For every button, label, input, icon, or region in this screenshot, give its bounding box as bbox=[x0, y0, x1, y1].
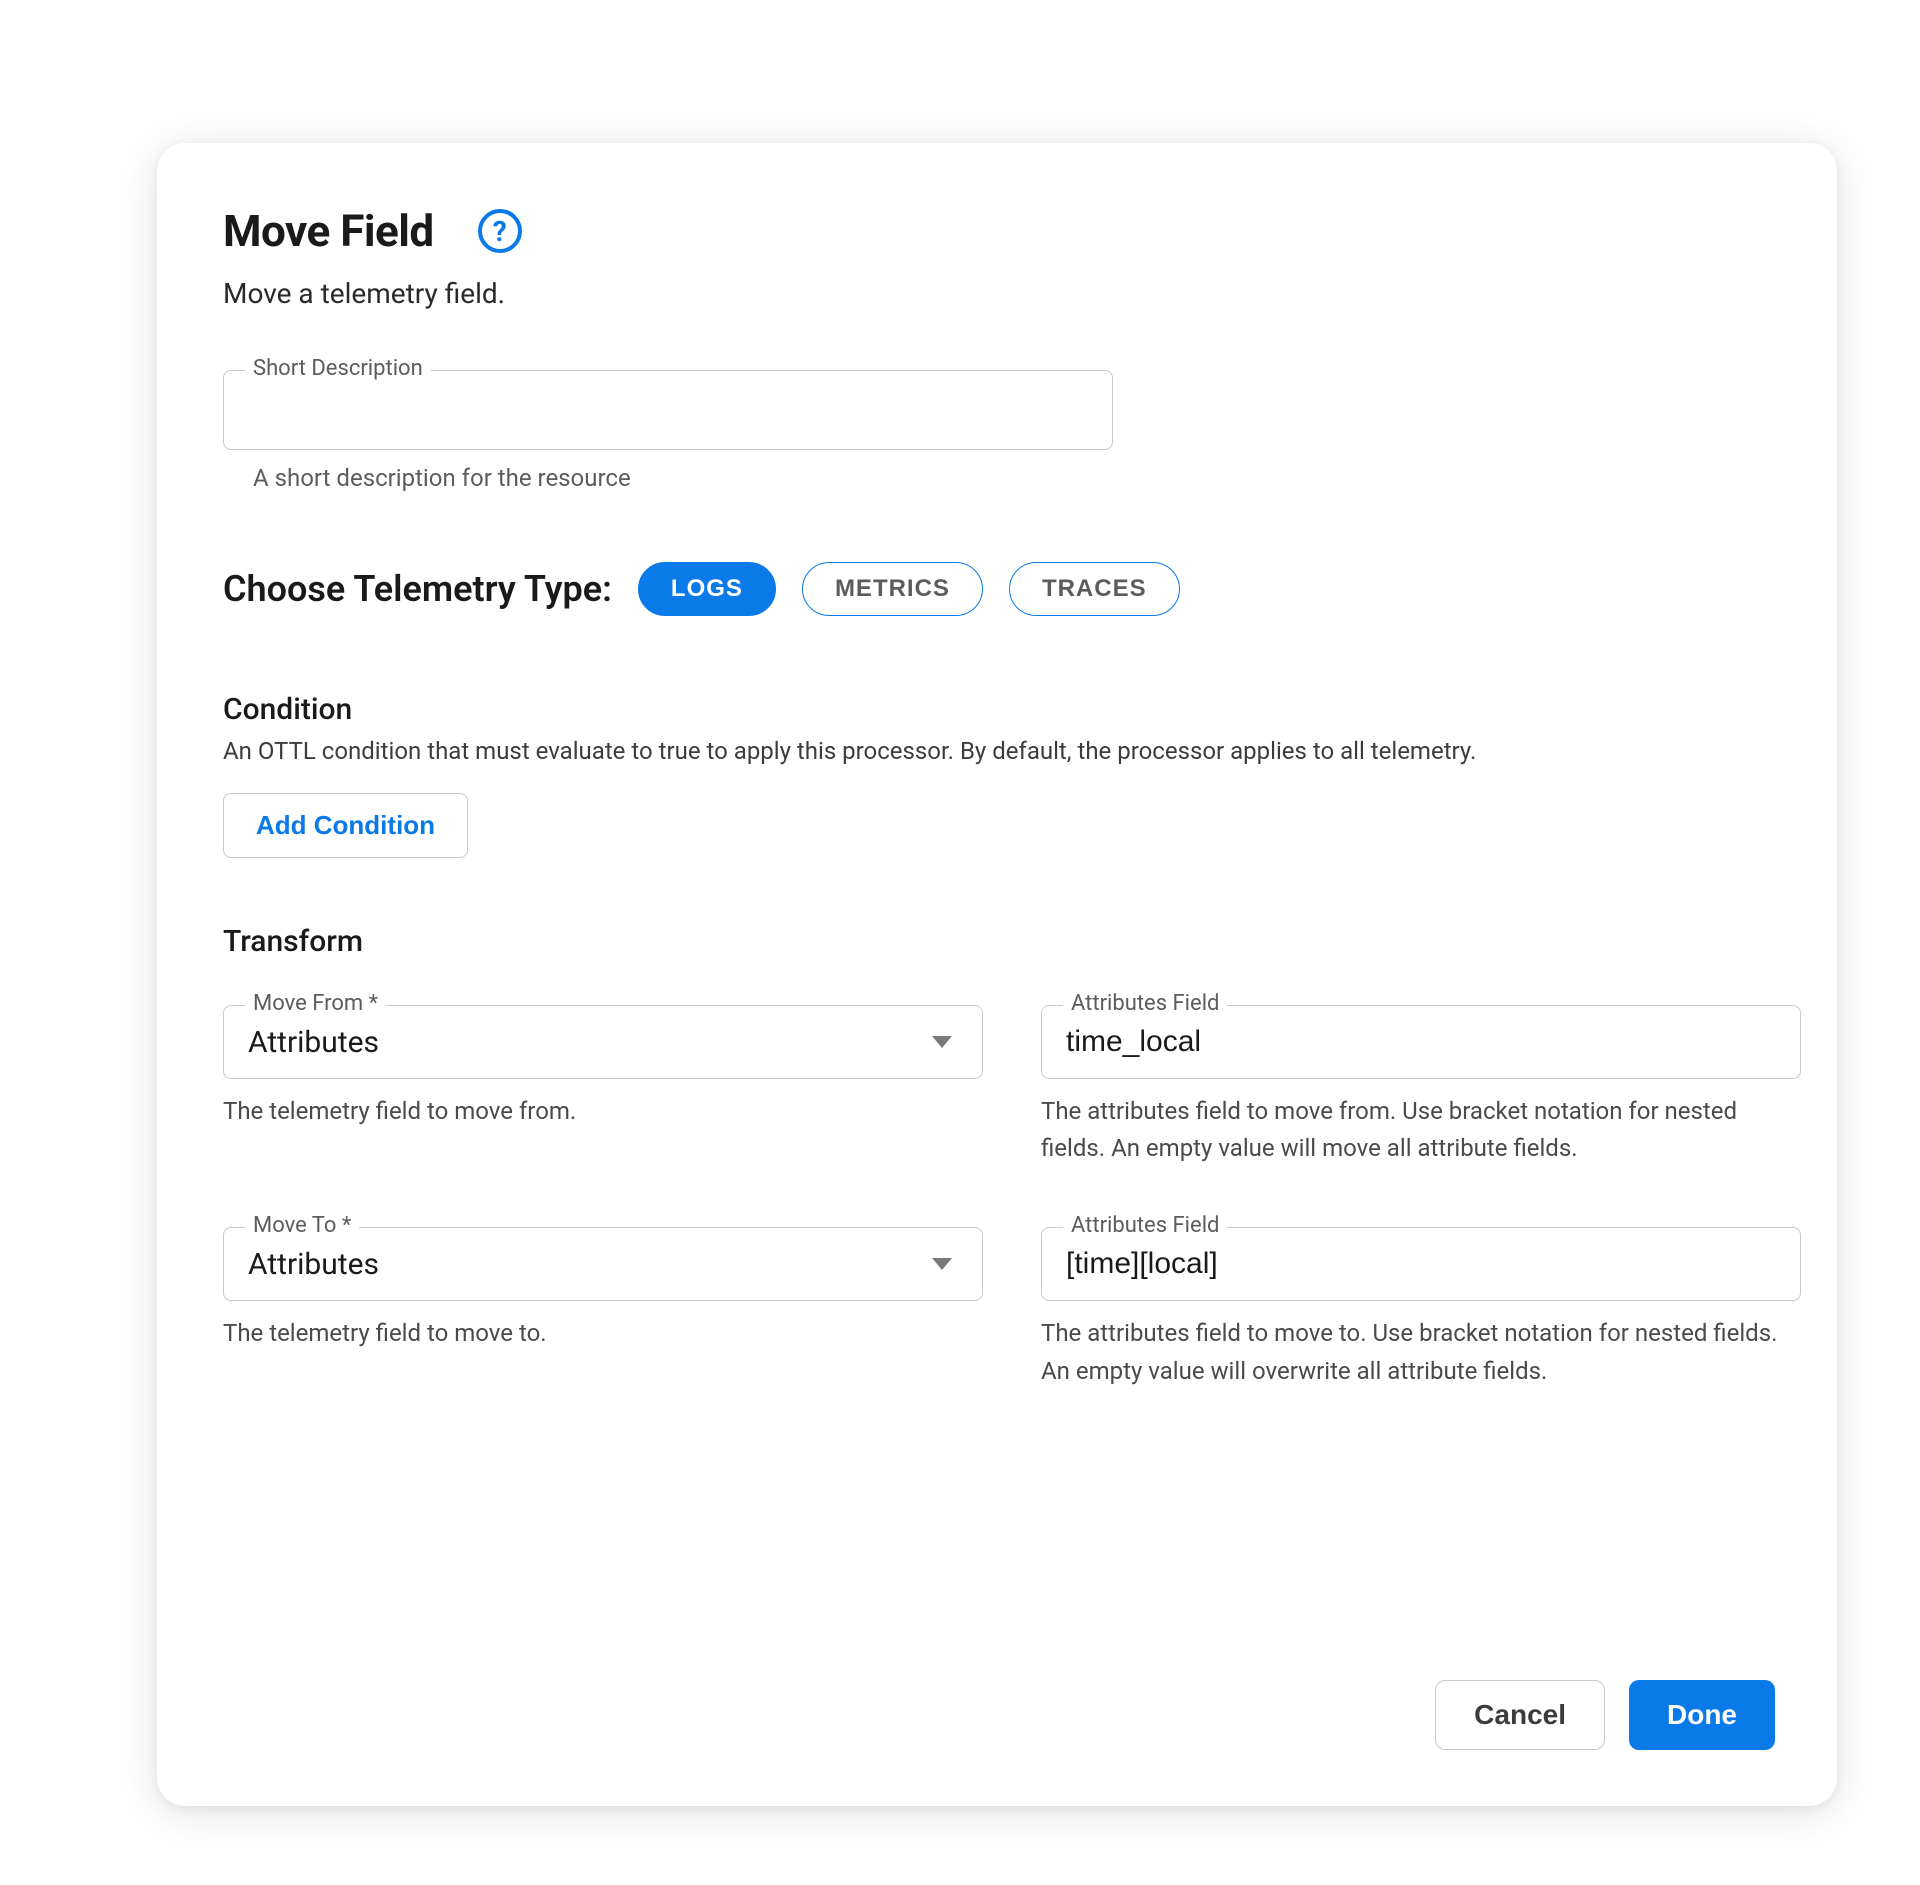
chevron-down-icon bbox=[932, 1258, 952, 1270]
add-condition-button[interactable]: Add Condition bbox=[223, 793, 468, 858]
transform-section: Transform Move From * Attributes The tel… bbox=[223, 924, 1771, 1390]
attr-from-input[interactable] bbox=[1041, 1005, 1801, 1079]
telemetry-pill-metrics[interactable]: METRICS bbox=[802, 562, 983, 616]
move-field-dialog: Move Field ? Move a telemetry field. Sho… bbox=[157, 143, 1837, 1806]
short-description-input[interactable] bbox=[223, 370, 1113, 450]
condition-section: Condition An OTTL condition that must ev… bbox=[223, 692, 1771, 858]
telemetry-pill-logs[interactable]: LOGS bbox=[638, 562, 776, 616]
help-icon[interactable]: ? bbox=[478, 209, 522, 253]
done-button[interactable]: Done bbox=[1629, 1680, 1775, 1750]
telemetry-type-row: Choose Telemetry Type: LOGS METRICS TRAC… bbox=[223, 562, 1771, 616]
move-to-select[interactable]: Attributes bbox=[223, 1227, 983, 1301]
chevron-down-icon bbox=[932, 1036, 952, 1048]
transform-title: Transform bbox=[223, 924, 1771, 959]
attr-from-col: Attributes Field The attributes field to… bbox=[1041, 1005, 1801, 1167]
short-description-field: Short Description A short description fo… bbox=[223, 370, 1771, 492]
cancel-button[interactable]: Cancel bbox=[1435, 1680, 1605, 1750]
telemetry-pill-traces[interactable]: TRACES bbox=[1009, 562, 1180, 616]
dialog-subtitle: Move a telemetry field. bbox=[223, 277, 1771, 310]
attr-to-label: Attributes Field bbox=[1063, 1213, 1227, 1238]
transform-grid: Move From * Attributes The telemetry fie… bbox=[223, 1005, 1771, 1390]
attr-from-field: Attributes Field bbox=[1041, 1005, 1801, 1079]
move-to-helper: The telemetry field to move to. bbox=[223, 1315, 983, 1352]
move-to-value: Attributes bbox=[248, 1247, 379, 1282]
dialog-footer: Cancel Done bbox=[1435, 1680, 1775, 1750]
attr-from-label: Attributes Field bbox=[1063, 991, 1227, 1016]
attr-to-helper: The attributes field to move to. Use bra… bbox=[1041, 1315, 1801, 1389]
dialog-header: Move Field ? bbox=[223, 205, 1771, 257]
attr-to-input[interactable] bbox=[1041, 1227, 1801, 1301]
move-to-col: Move To * Attributes The telemetry field… bbox=[223, 1227, 983, 1389]
condition-description: An OTTL condition that must evaluate to … bbox=[223, 737, 1771, 765]
attr-to-field: Attributes Field bbox=[1041, 1227, 1801, 1301]
move-from-label: Move From * bbox=[245, 991, 386, 1016]
move-from-select[interactable]: Attributes bbox=[223, 1005, 983, 1079]
telemetry-type-label: Choose Telemetry Type: bbox=[223, 568, 612, 610]
condition-title: Condition bbox=[223, 692, 1771, 727]
move-to-field: Move To * Attributes bbox=[223, 1227, 983, 1301]
move-from-helper: The telemetry field to move from. bbox=[223, 1093, 983, 1130]
short-description-helper: A short description for the resource bbox=[253, 464, 1771, 492]
attr-from-helper: The attributes field to move from. Use b… bbox=[1041, 1093, 1801, 1167]
move-from-value: Attributes bbox=[248, 1025, 379, 1060]
short-description-label: Short Description bbox=[245, 356, 431, 381]
move-from-col: Move From * Attributes The telemetry fie… bbox=[223, 1005, 983, 1167]
attr-to-col: Attributes Field The attributes field to… bbox=[1041, 1227, 1801, 1389]
move-to-label: Move To * bbox=[245, 1213, 359, 1238]
help-icon-glyph: ? bbox=[493, 215, 507, 248]
dialog-title: Move Field bbox=[223, 205, 434, 257]
move-from-field: Move From * Attributes bbox=[223, 1005, 983, 1079]
